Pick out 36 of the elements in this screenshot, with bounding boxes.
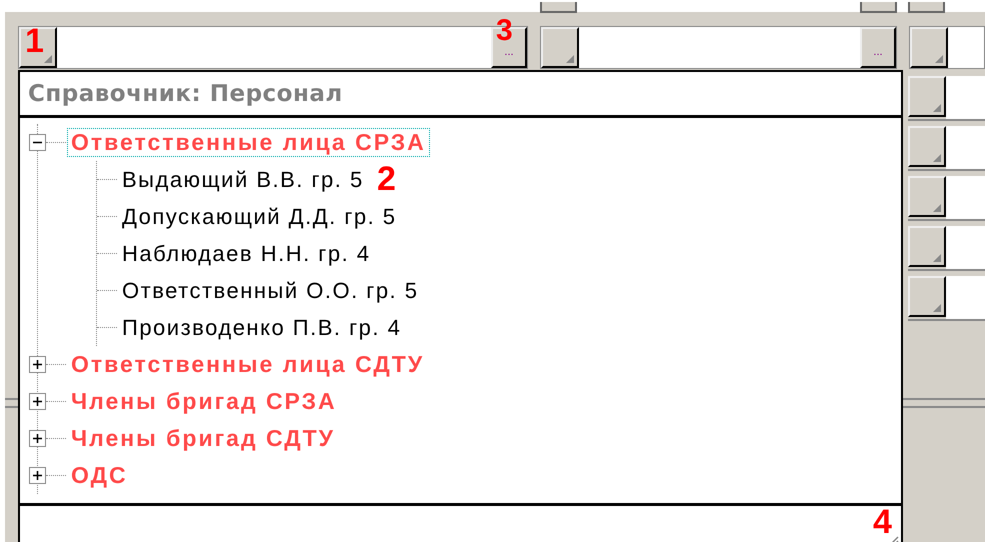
grip-button[interactable] bbox=[908, 126, 946, 167]
tree-item[interactable]: Производенко П.В. гр. 4 bbox=[118, 314, 406, 342]
tree-item[interactable]: Наблюдаев Н.Н. гр. 4 bbox=[118, 240, 375, 268]
collapse-icon[interactable] bbox=[29, 134, 46, 151]
input-field[interactable] bbox=[946, 76, 985, 119]
expand-icon[interactable] bbox=[29, 393, 46, 410]
tree-item[interactable]: Члены бригад СРЗА bbox=[67, 387, 341, 416]
tree-item[interactable]: Ответственный О.О. гр. 5 bbox=[118, 276, 423, 304]
grip-button[interactable] bbox=[908, 176, 946, 217]
corner-triangle-icon bbox=[933, 254, 941, 262]
expand-icon[interactable] bbox=[29, 467, 46, 484]
button[interactable] bbox=[860, 2, 897, 13]
number-label: 2 bbox=[377, 162, 396, 196]
button[interactable] bbox=[908, 2, 945, 13]
tree-item[interactable]: Ответственные лица СРЗА bbox=[67, 128, 430, 157]
expand-icon[interactable] bbox=[29, 356, 46, 373]
tree-item[interactable]: Допускающий Д.Д. гр. 5 bbox=[118, 202, 401, 230]
tree-item[interactable]: Ответственные лица СДТУ bbox=[67, 350, 428, 379]
input-field[interactable] bbox=[946, 126, 985, 169]
input-field[interactable] bbox=[946, 276, 985, 319]
expand-icon[interactable] bbox=[29, 430, 46, 447]
grip-button[interactable] bbox=[908, 76, 946, 117]
number-label: 4 bbox=[873, 505, 892, 539]
grip-button[interactable] bbox=[908, 226, 946, 267]
grip-button[interactable] bbox=[908, 276, 946, 317]
corner-triangle-icon bbox=[933, 154, 941, 162]
button[interactable] bbox=[540, 2, 577, 13]
corner-triangle-icon bbox=[933, 304, 941, 312]
input-field[interactable] bbox=[946, 176, 985, 219]
tree-item[interactable]: ОДС bbox=[67, 461, 132, 490]
input-field[interactable] bbox=[946, 226, 985, 269]
tree-item[interactable]: Выдающий В.В. гр. 5 bbox=[118, 166, 368, 194]
tree-item[interactable]: Члены бригад СДТУ bbox=[67, 424, 339, 453]
corner-triangle-icon bbox=[933, 104, 941, 112]
panel-title: Справочник: Персонал bbox=[28, 80, 343, 106]
corner-triangle-icon bbox=[933, 204, 941, 212]
